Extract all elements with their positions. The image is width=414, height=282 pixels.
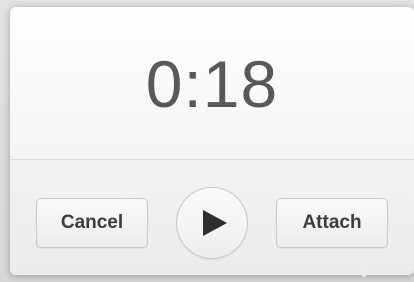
screen-background: 0:18 Cancel Attach xyxy=(0,0,414,282)
controls-bar: Cancel Attach xyxy=(10,160,414,275)
popover-pointer xyxy=(354,266,374,278)
cancel-button[interactable]: Cancel xyxy=(36,198,148,248)
timer-panel: 0:18 xyxy=(10,7,414,160)
audio-recorder-popover: 0:18 Cancel Attach xyxy=(10,7,414,275)
elapsed-time: 0:18 xyxy=(145,47,279,121)
play-button[interactable] xyxy=(176,187,248,259)
play-icon xyxy=(202,210,227,236)
attach-button[interactable]: Attach xyxy=(276,198,388,248)
